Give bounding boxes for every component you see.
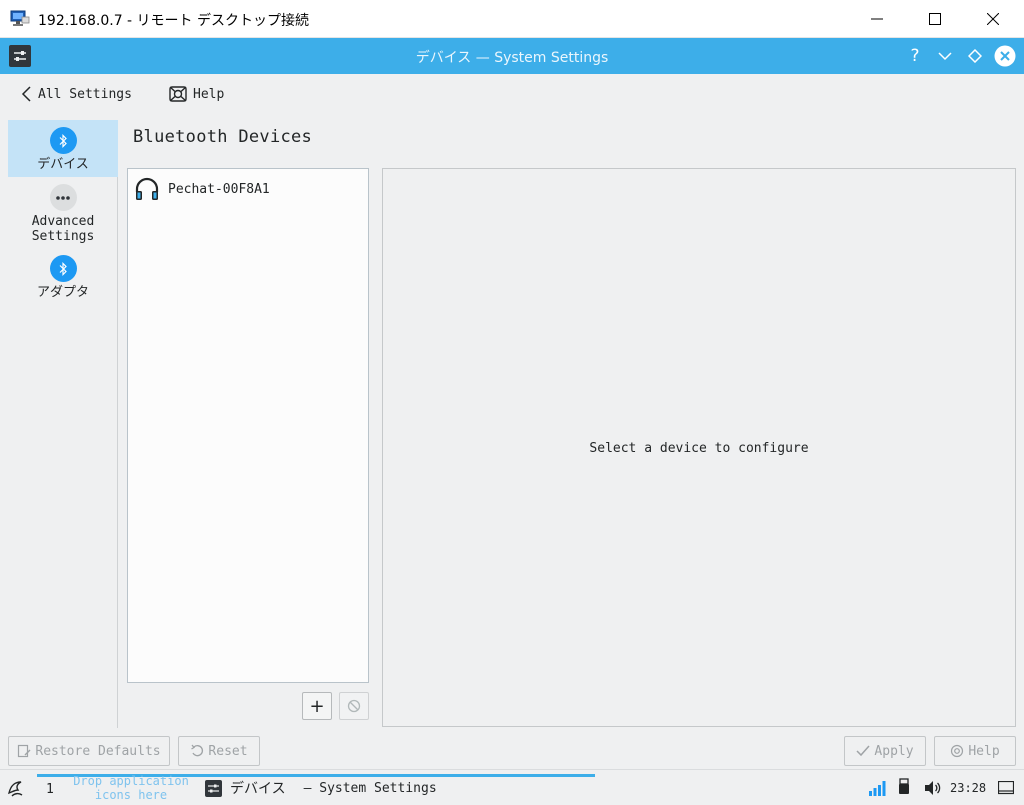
apply-button[interactable]: Apply (844, 736, 926, 766)
maximize-button[interactable] (906, 0, 964, 38)
launcher-icon (8, 781, 23, 797)
help-nav-label: Help (193, 86, 225, 102)
remove-device-button[interactable] (339, 692, 369, 720)
volume-icon[interactable] (924, 780, 942, 796)
sidebar-item-adapter[interactable]: アダプタ (8, 248, 118, 305)
sidebar-item-advanced-settings[interactable]: Advanced Settings (8, 177, 118, 250)
removable-device-icon[interactable] (898, 778, 910, 796)
remote-desktop-icon (10, 10, 30, 28)
task-title-jp: デバイス (230, 781, 286, 797)
forbidden-icon (347, 699, 361, 713)
rdp-title-bar: 192.168.0.7 - リモート デスクトップ接続 (0, 0, 1024, 38)
help-button[interactable]: Help (934, 736, 1016, 766)
restore-defaults-button[interactable]: Restore Defaults (8, 736, 170, 766)
settings-sliders-icon (205, 779, 222, 797)
page-title: Bluetooth Devices (133, 127, 313, 147)
device-list-item[interactable]: Pechat-00F8A1 (132, 175, 364, 203)
virtual-desktop-pager[interactable]: 1 (46, 782, 54, 797)
chevron-left-icon (21, 86, 31, 102)
detail-placeholder-text: Select a device to configure (589, 441, 809, 456)
system-settings-content: All Settings Help デバイス Advanced Settings… (0, 74, 1024, 769)
task-title-rest: — System Settings (303, 780, 437, 796)
bluetooth-icon (49, 255, 77, 282)
network-icon[interactable] (868, 780, 886, 796)
apply-label: Apply (874, 743, 914, 759)
kde-window-title-bar: デバイス — System Settings ? (0, 38, 1024, 74)
application-launcher-button[interactable] (6, 779, 26, 799)
restore-defaults-label: Restore Defaults (35, 743, 161, 759)
chevron-down-icon (938, 52, 952, 61)
minimize-button[interactable] (848, 0, 906, 38)
maximize-icon (929, 13, 941, 25)
minimize-icon (871, 18, 883, 20)
all-settings-button[interactable]: All Settings (20, 84, 132, 104)
device-detail-panel: Select a device to configure (382, 168, 1016, 727)
sidebar-item-label: Advanced Settings (31, 214, 95, 244)
close-button[interactable] (964, 0, 1022, 38)
show-desktop-button[interactable] (998, 781, 1014, 795)
all-settings-label: All Settings (38, 86, 132, 102)
document-edit-icon (18, 744, 31, 758)
diamond-icon (968, 49, 982, 63)
module-sidebar: デバイス Advanced Settings アダプタ (8, 120, 118, 728)
taskbar: 1 Drop application icons here デバイス — Sys… (0, 769, 1024, 805)
more-icon (49, 184, 77, 211)
lifebuoy-icon (169, 86, 187, 102)
show-desktop-icon (998, 781, 1014, 795)
headphones-icon (135, 177, 159, 200)
maximize-window-button[interactable] (964, 45, 986, 67)
reset-label: Reset (208, 743, 248, 759)
close-circle-icon (994, 45, 1016, 67)
context-help-button[interactable]: ? (904, 45, 926, 67)
window-title: デバイス — System Settings (415, 50, 609, 66)
device-list[interactable]: Pechat-00F8A1 (127, 168, 369, 683)
sidebar-item-devices[interactable]: デバイス (8, 120, 118, 177)
checkmark-icon (856, 745, 870, 757)
add-device-button[interactable]: + (302, 692, 332, 720)
sidebar-item-label: アダプタ (36, 285, 89, 300)
help-label: Help (968, 743, 1000, 759)
minimize-window-button[interactable] (934, 45, 956, 67)
reset-button[interactable]: Reset (178, 736, 260, 766)
help-nav-button[interactable]: Help (169, 84, 224, 104)
undo-icon (191, 744, 204, 757)
close-window-button[interactable] (994, 45, 1016, 67)
clock[interactable]: 23:28 (950, 781, 986, 795)
taskbar-task-system-settings[interactable]: デバイス — System Settings (205, 778, 437, 798)
close-icon (987, 13, 999, 25)
lifebuoy-icon (951, 744, 964, 758)
sidebar-item-label: デバイス (37, 157, 89, 172)
rdp-window-title: 192.168.0.7 - リモート デスクトップ接続 (38, 13, 310, 29)
device-name: Pechat-00F8A1 (168, 181, 270, 197)
quicklaunch-drop-hint: Drop application icons here (73, 774, 189, 802)
navigation-row: All Settings Help (0, 74, 1024, 114)
bluetooth-icon (49, 127, 77, 154)
